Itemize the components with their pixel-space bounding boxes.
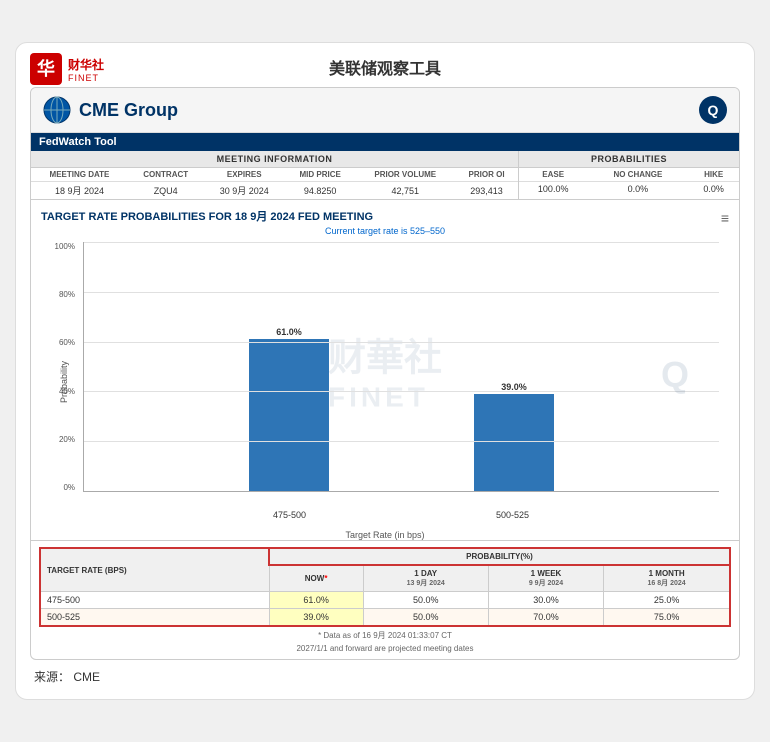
day1-2: 50.0% xyxy=(363,609,488,627)
cme-logo: CME Group xyxy=(43,96,178,124)
hike-val: 0.0% xyxy=(688,182,739,197)
bar-group-2: 39.0% xyxy=(474,242,554,491)
week1-1: 30.0% xyxy=(488,592,603,609)
th-1week: 1 WEEK 9 9月 2024 xyxy=(488,565,603,592)
meeting-info-header: MEETING INFORMATION xyxy=(31,151,518,168)
col-meeting-date: MEETING DATE xyxy=(31,168,128,182)
col-expires: EXPIRES xyxy=(203,168,284,182)
search-icon[interactable]: Q xyxy=(699,96,727,124)
th-probability: PROBABILITY(%) xyxy=(269,548,730,565)
prob-table-section: TARGET RATE (BPS) PROBABILITY(%) NOW* 1 … xyxy=(31,540,739,659)
info-section: MEETING INFORMATION MEETING DATE CONTRAC… xyxy=(31,151,739,200)
meeting-date: 18 9月 2024 xyxy=(31,182,128,200)
fedwatch-label: FedWatch Tool xyxy=(31,133,739,151)
prior-oi: 293,413 xyxy=(455,182,518,200)
col-prior-volume: PRIOR VOLUME xyxy=(355,168,455,182)
mid-price: 94.8250 xyxy=(285,182,355,200)
y-20: 20% xyxy=(59,435,79,444)
logo-cn: 财华社 xyxy=(68,56,104,73)
table-row: 475-500 61.0% 50.0% 30.0% 25.0% xyxy=(40,592,730,609)
week1-2: 70.0% xyxy=(488,609,603,627)
rate-1: 475-500 xyxy=(40,592,269,609)
cme-globe-icon xyxy=(43,96,71,124)
col-hike: HIKE xyxy=(688,168,739,182)
no-change-val: 0.0% xyxy=(587,182,688,197)
y-80: 80% xyxy=(59,290,79,299)
chart-subtitle: Current target rate is 525–550 xyxy=(41,226,729,236)
ease-val: 100.0% xyxy=(519,182,587,197)
month1-2: 75.0% xyxy=(604,609,730,627)
day1-1: 50.0% xyxy=(363,592,488,609)
y-100: 100% xyxy=(55,242,79,251)
x-axis-labels: 475-500 500-525 xyxy=(83,510,719,520)
bar-2-label-top: 39.0% xyxy=(501,382,527,392)
chart-area: TARGET RATE PROBABILITIES FOR 18 9月 2024… xyxy=(31,200,739,540)
table-row: 500-525 39.0% 50.0% 70.0% 75.0% xyxy=(40,609,730,627)
col-prior-oi: PRIOR OI xyxy=(455,168,518,182)
now-2: 39.0% xyxy=(269,609,363,627)
probability-table: TARGET RATE (BPS) PROBABILITY(%) NOW* 1 … xyxy=(39,547,731,627)
x-label-2: 500-525 xyxy=(496,510,529,520)
probabilities-section: PROBABILITIES EASE NO CHANGE HIKE 100.0%… xyxy=(519,151,739,199)
footer: 2027/1/1 and forward are projected meeti… xyxy=(39,644,731,653)
bar-2 xyxy=(474,394,554,491)
th-target-rate: TARGET RATE (BPS) xyxy=(40,548,269,592)
expires: 30 9月 2024 xyxy=(203,182,284,200)
page-header: 美联储观察工具 xyxy=(30,55,740,79)
th-1day: 1 DAY 13 9月 2024 xyxy=(363,565,488,592)
cme-name: CME Group xyxy=(79,100,178,121)
now-1: 61.0% xyxy=(269,592,363,609)
col-no-change: NO CHANGE xyxy=(587,168,688,182)
bar-group-1: 61.0% xyxy=(249,242,329,491)
page-title: 美联储观察工具 xyxy=(329,55,441,79)
y-axis-title: Probability xyxy=(59,361,69,403)
finet-logo: 华 财华社 FINET xyxy=(30,53,104,85)
inner-frame: CME Group Q FedWatch Tool MEETING INFORM… xyxy=(30,87,740,660)
th-now: NOW* xyxy=(269,565,363,592)
chart-menu-icon[interactable]: ≡ xyxy=(721,210,729,226)
meeting-info-table: MEETING DATE CONTRACT EXPIRES MID PRICE … xyxy=(31,168,518,199)
prob-header: PROBABILITIES xyxy=(519,151,739,168)
source-line: 来源： CME xyxy=(30,668,740,685)
contract: ZQU4 xyxy=(128,182,204,200)
x-axis-title: Target Rate (in bps) xyxy=(345,530,424,540)
y-0: 0% xyxy=(63,483,79,492)
bar-1-label-top: 61.0% xyxy=(276,327,302,337)
svg-text:华: 华 xyxy=(37,58,55,79)
chart-plot: 61.0% 39.0% xyxy=(83,242,719,492)
col-mid-price: MID PRICE xyxy=(285,168,355,182)
q-watermark: Q xyxy=(661,354,689,396)
finet-logo-icon: 华 xyxy=(30,53,62,85)
month1-1: 25.0% xyxy=(604,592,730,609)
footnote: * Data as of 16 9月 2024 01:33:07 CT xyxy=(39,630,731,641)
x-label-1: 475-500 xyxy=(273,510,306,520)
rate-2: 500-525 xyxy=(40,609,269,627)
prior-volume: 42,751 xyxy=(355,182,455,200)
col-ease: EASE xyxy=(519,168,587,182)
prob-table-small: EASE NO CHANGE HIKE 100.0% 0.0% 0.0% xyxy=(519,168,739,196)
bars-container: 61.0% 39.0% xyxy=(84,242,719,491)
outer-card: 华 财华社 FINET 美联储观察工具 CME Group Q F xyxy=(15,42,755,700)
cme-header: CME Group Q xyxy=(31,88,739,133)
logo-en: FINET xyxy=(68,73,104,83)
chart-title: TARGET RATE PROBABILITIES FOR 18 9月 2024… xyxy=(41,208,729,224)
meeting-info: MEETING INFORMATION MEETING DATE CONTRAC… xyxy=(31,151,519,199)
th-1month: 1 MONTH 16 8月 2024 xyxy=(604,565,730,592)
y-60: 60% xyxy=(59,338,79,347)
bar-1 xyxy=(249,339,329,491)
col-contract: CONTRACT xyxy=(128,168,204,182)
